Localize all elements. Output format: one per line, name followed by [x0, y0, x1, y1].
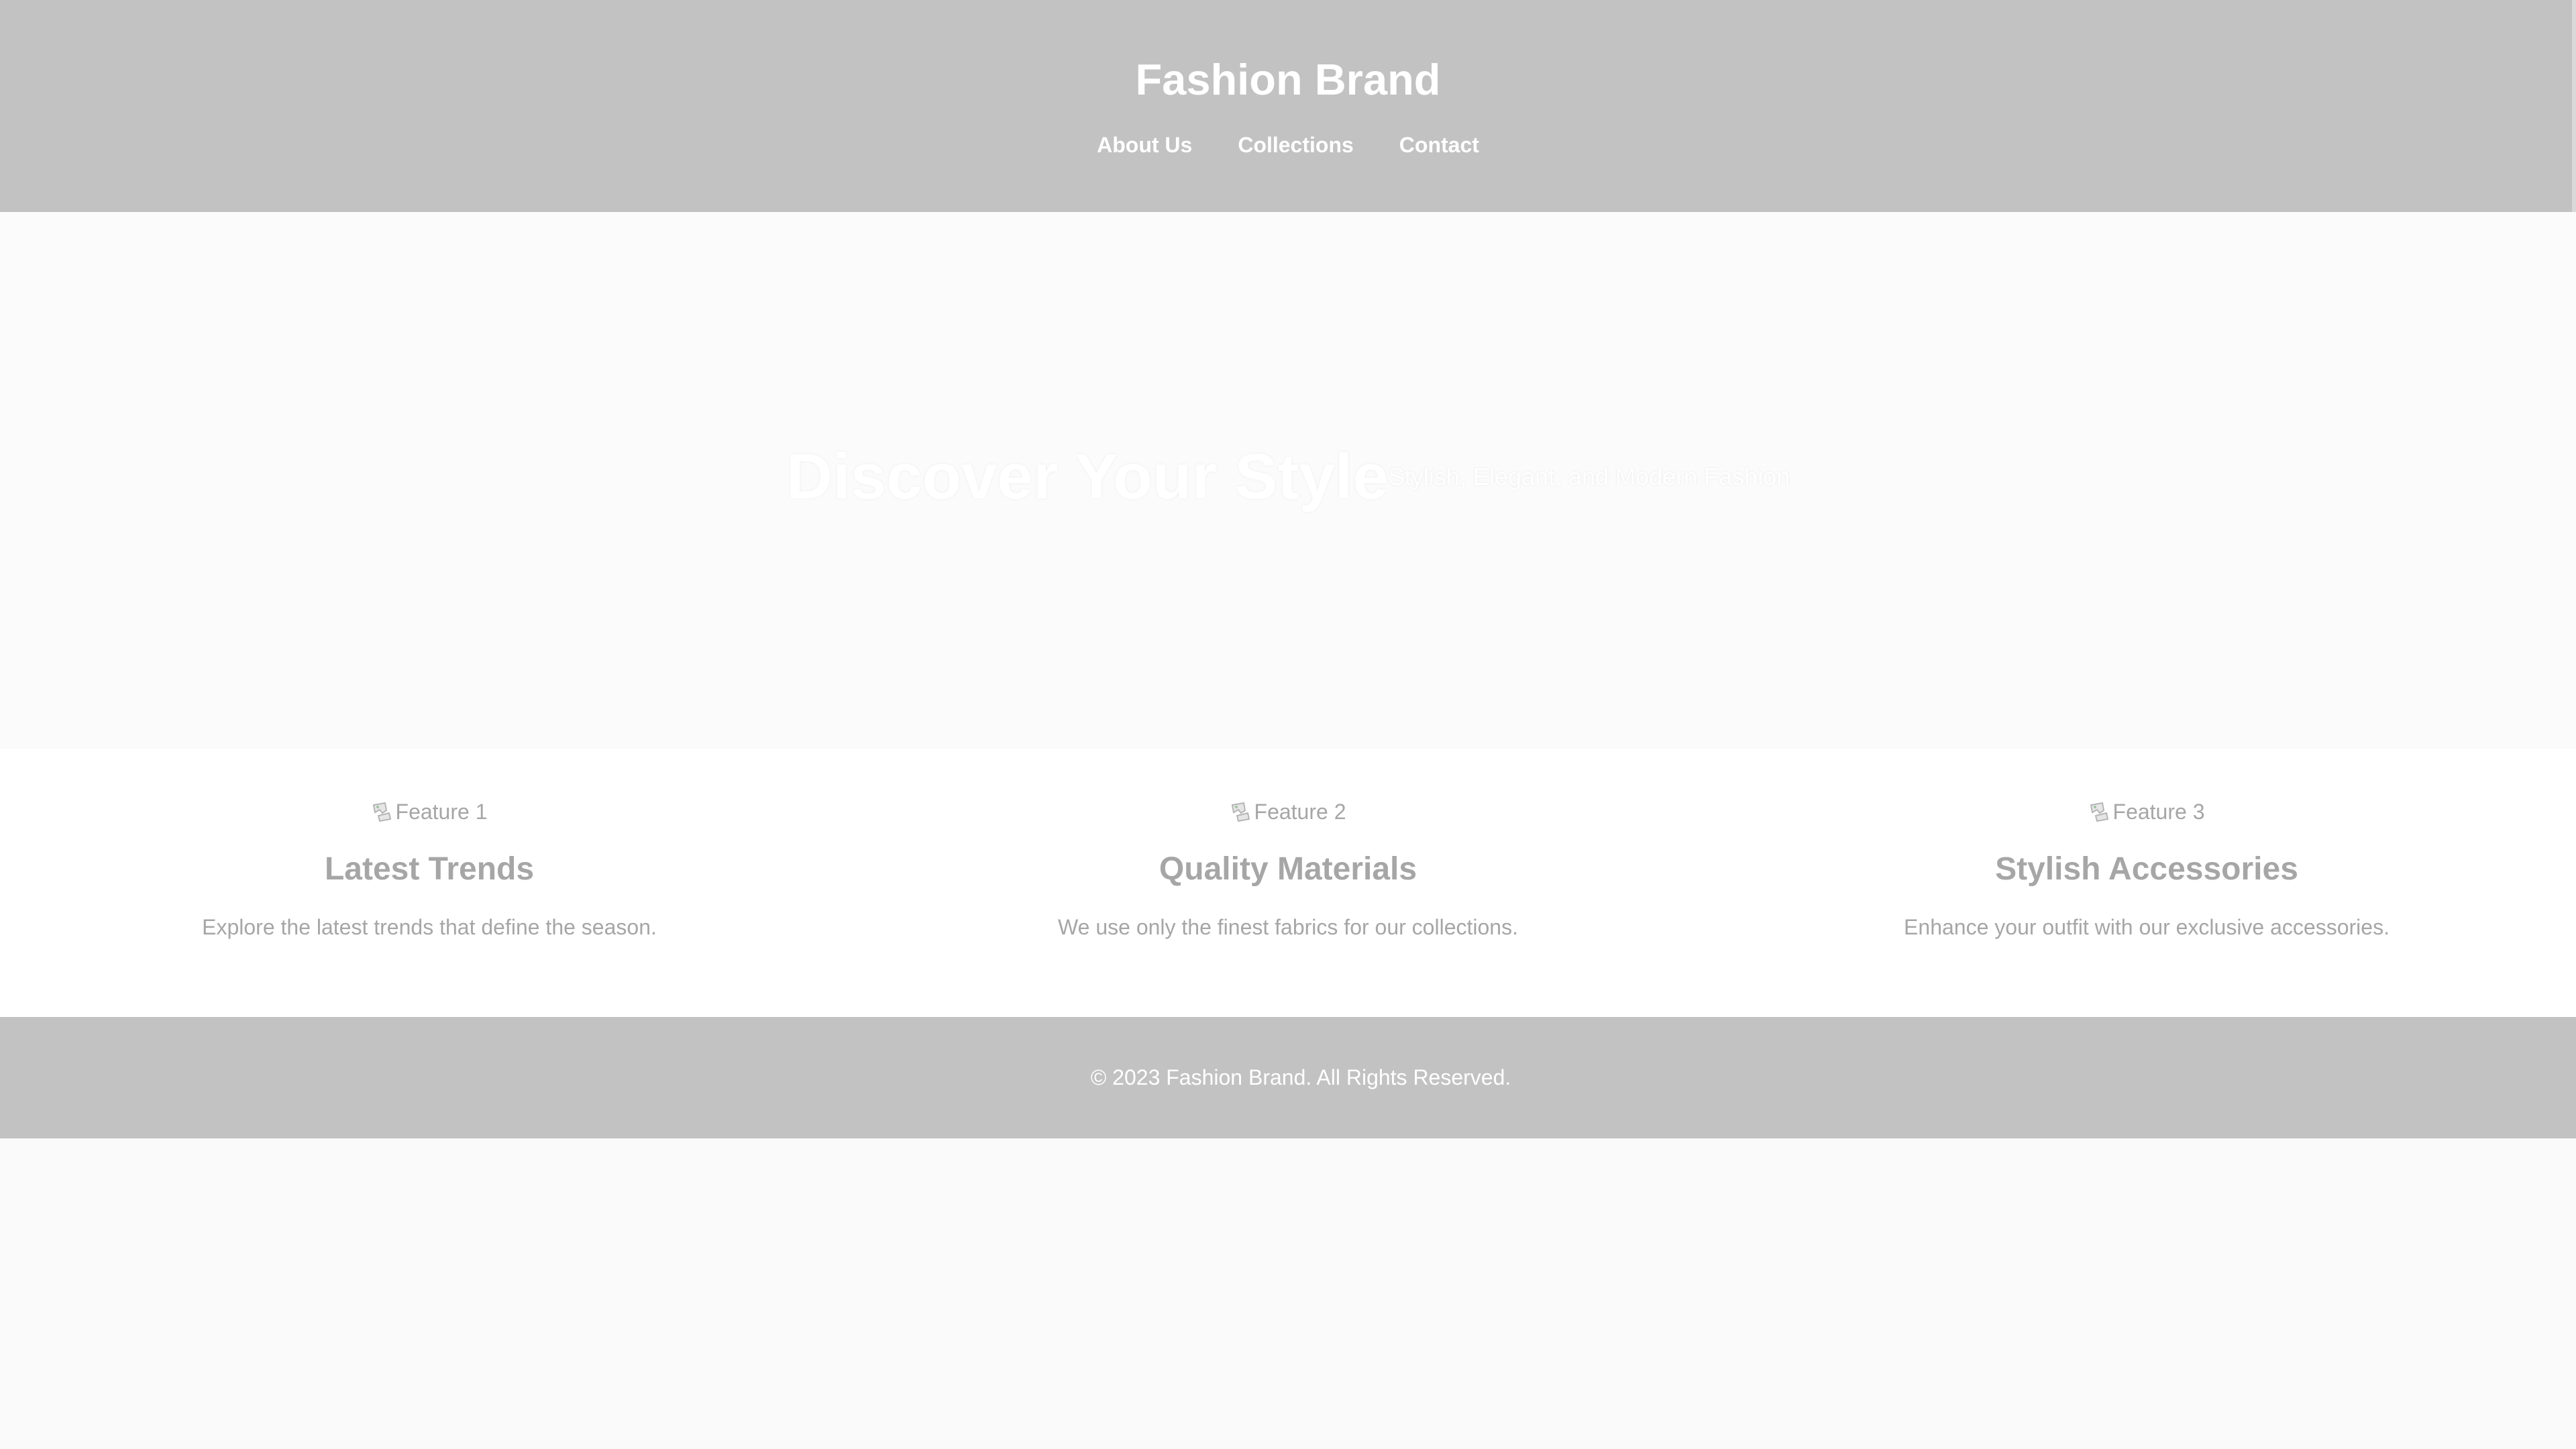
feature-image-alt: Feature 3	[2112, 800, 2205, 824]
feature-description: Enhance your outfit with our exclusive a…	[1904, 915, 2390, 939]
feature-image-alt: Feature 2	[1254, 800, 1346, 824]
nav-link-about-us[interactable]: About Us	[1097, 131, 1192, 158]
feature-title: Stylish Accessories	[1995, 851, 2298, 887]
page-background	[0, 1138, 2576, 1449]
broken-image-icon	[1230, 801, 1252, 822]
brand-title: Fashion Brand	[1135, 55, 1441, 104]
feature-image: Feature 3	[1717, 798, 2576, 825]
main-nav: About Us Collections Contact	[0, 131, 2576, 158]
hero-content: Discover Your Style Stylish, Elegant, an…	[0, 440, 2576, 514]
feature-title: Quality Materials	[1159, 851, 1417, 887]
feature-title: Latest Trends	[324, 851, 535, 887]
feature-description: We use only the finest fabrics for our c…	[1058, 915, 1518, 939]
broken-image-icon	[372, 801, 393, 822]
hero-subtitle: Stylish, Elegant, and Modern Fashion	[1388, 463, 1790, 490]
feature-card: Feature 3 Stylish Accessories Enhance yo…	[1717, 749, 2576, 1017]
nav-link-collections[interactable]: Collections	[1238, 131, 1353, 158]
hero-section: Discover Your Style Stylish, Elegant, an…	[0, 212, 2576, 749]
broken-image-icon	[2089, 801, 2110, 822]
feature-image-alt: Feature 1	[395, 800, 488, 824]
nav-link-contact[interactable]: Contact	[1399, 131, 1479, 158]
features-section: Feature 1 Latest Trends Explore the late…	[0, 749, 2576, 1017]
hero-title: Discover Your Style	[786, 441, 1389, 513]
site-footer: © 2023 Fashion Brand. All Rights Reserve…	[0, 1017, 2576, 1138]
feature-card: Feature 2 Quality Materials We use only …	[859, 749, 1717, 1017]
site-header: Fashion Brand About Us Collections Conta…	[0, 0, 2576, 212]
feature-image: Feature 2	[859, 798, 1717, 825]
feature-image: Feature 1	[0, 798, 859, 825]
feature-description: Explore the latest trends that define th…	[202, 915, 657, 939]
copyright-text: © 2023 Fashion Brand. All Rights Reserve…	[1090, 1065, 1511, 1089]
feature-card: Feature 1 Latest Trends Explore the late…	[0, 749, 859, 1017]
